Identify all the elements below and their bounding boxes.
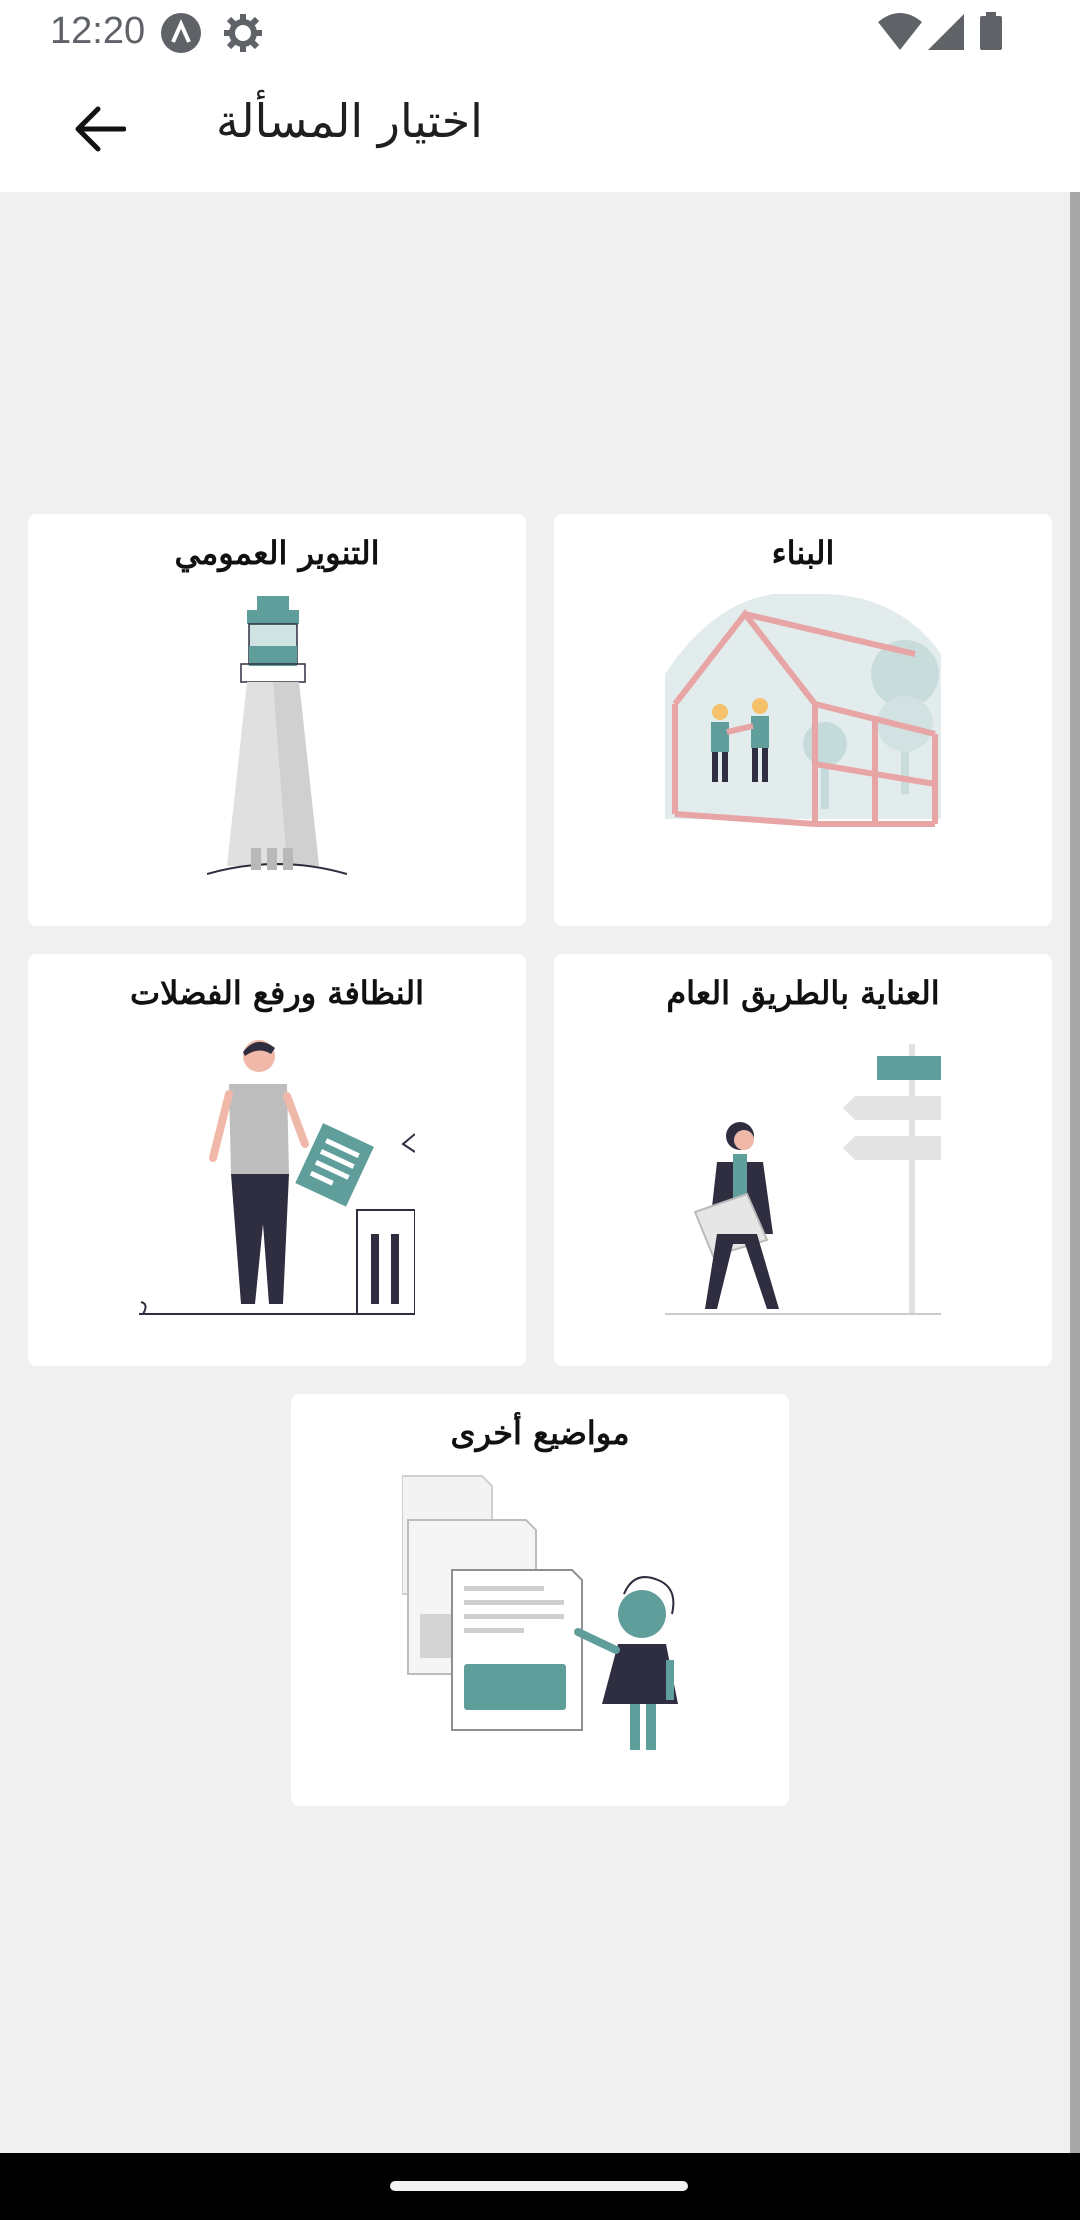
category-card-construction[interactable]: البناء (554, 514, 1052, 926)
category-card-other-topics[interactable]: مواضيع أخرى (291, 1394, 789, 1806)
battery-icon (978, 12, 1004, 56)
wifi-icon (878, 12, 922, 56)
category-label: النظافة ورفع الفضلات (129, 974, 425, 1012)
status-bar: 12:20 (0, 0, 1080, 64)
home-indicator[interactable] (390, 2181, 688, 2191)
category-card-cleanliness[interactable]: النظافة ورفع الفضلات (28, 954, 526, 1366)
waste-illustration (139, 1040, 415, 1315)
category-label: التنوير العمومي (174, 534, 380, 572)
lighthouse-illustration (207, 596, 347, 875)
system-navigation-bar (0, 2153, 1080, 2220)
category-card-street-lighting[interactable]: التنوير العمومي (28, 514, 526, 926)
page-title: اختيار المسألة (216, 94, 483, 148)
category-label: البناء (771, 534, 835, 572)
back-button[interactable] (60, 94, 140, 164)
road-sign-illustration (665, 1044, 941, 1315)
app-notification-icon (160, 12, 202, 58)
arrow-back-icon (75, 106, 126, 152)
category-grid: البناء التنوير العمومي العناية بالطريق ا… (0, 192, 1070, 2153)
cellular-signal-icon (926, 12, 966, 56)
app-bar: اختيار المسألة (0, 64, 1080, 192)
documents-illustration (402, 1475, 678, 1750)
scrollbar[interactable] (1070, 192, 1080, 2153)
category-card-road-maintenance[interactable]: العناية بالطريق العام (554, 954, 1052, 1366)
construction-illustration (665, 594, 941, 827)
category-label: مواضيع أخرى (450, 1414, 630, 1452)
status-time: 12:20 (50, 10, 146, 52)
category-label: العناية بالطريق العام (666, 974, 940, 1012)
settings-gear-icon (222, 12, 264, 58)
